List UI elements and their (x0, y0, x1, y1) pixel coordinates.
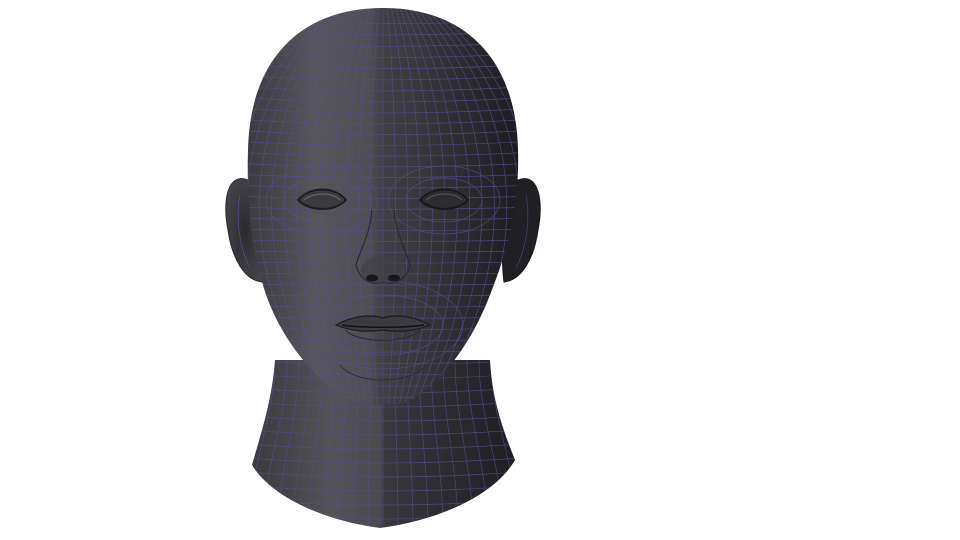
head-model-icon (225, 8, 541, 528)
head (247, 8, 519, 406)
wire-line (252, 527, 515, 528)
viewport (0, 0, 960, 540)
